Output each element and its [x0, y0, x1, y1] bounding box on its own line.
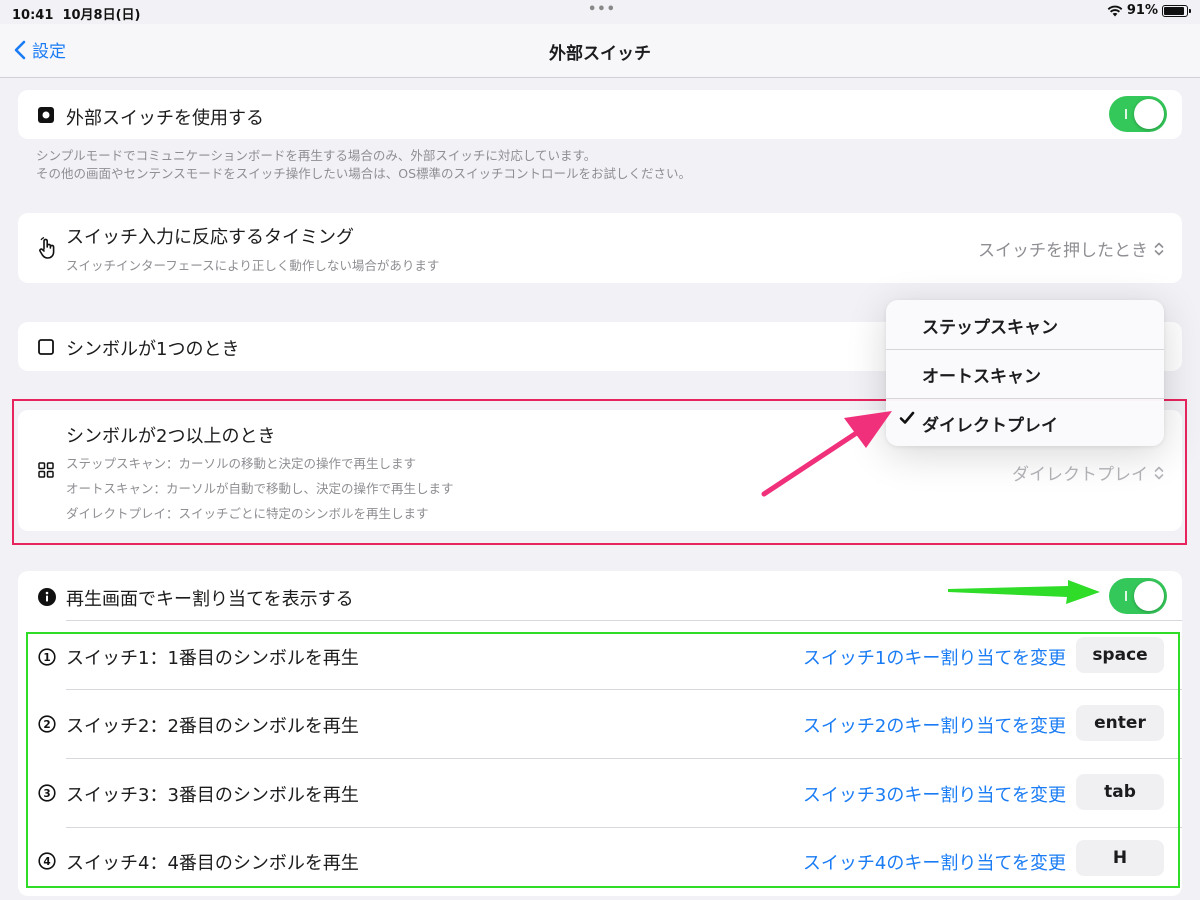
- annotation-arrows: [761, 411, 1100, 604]
- pink-arrow-icon: [761, 411, 892, 497]
- green-arrow-icon: [948, 580, 1100, 604]
